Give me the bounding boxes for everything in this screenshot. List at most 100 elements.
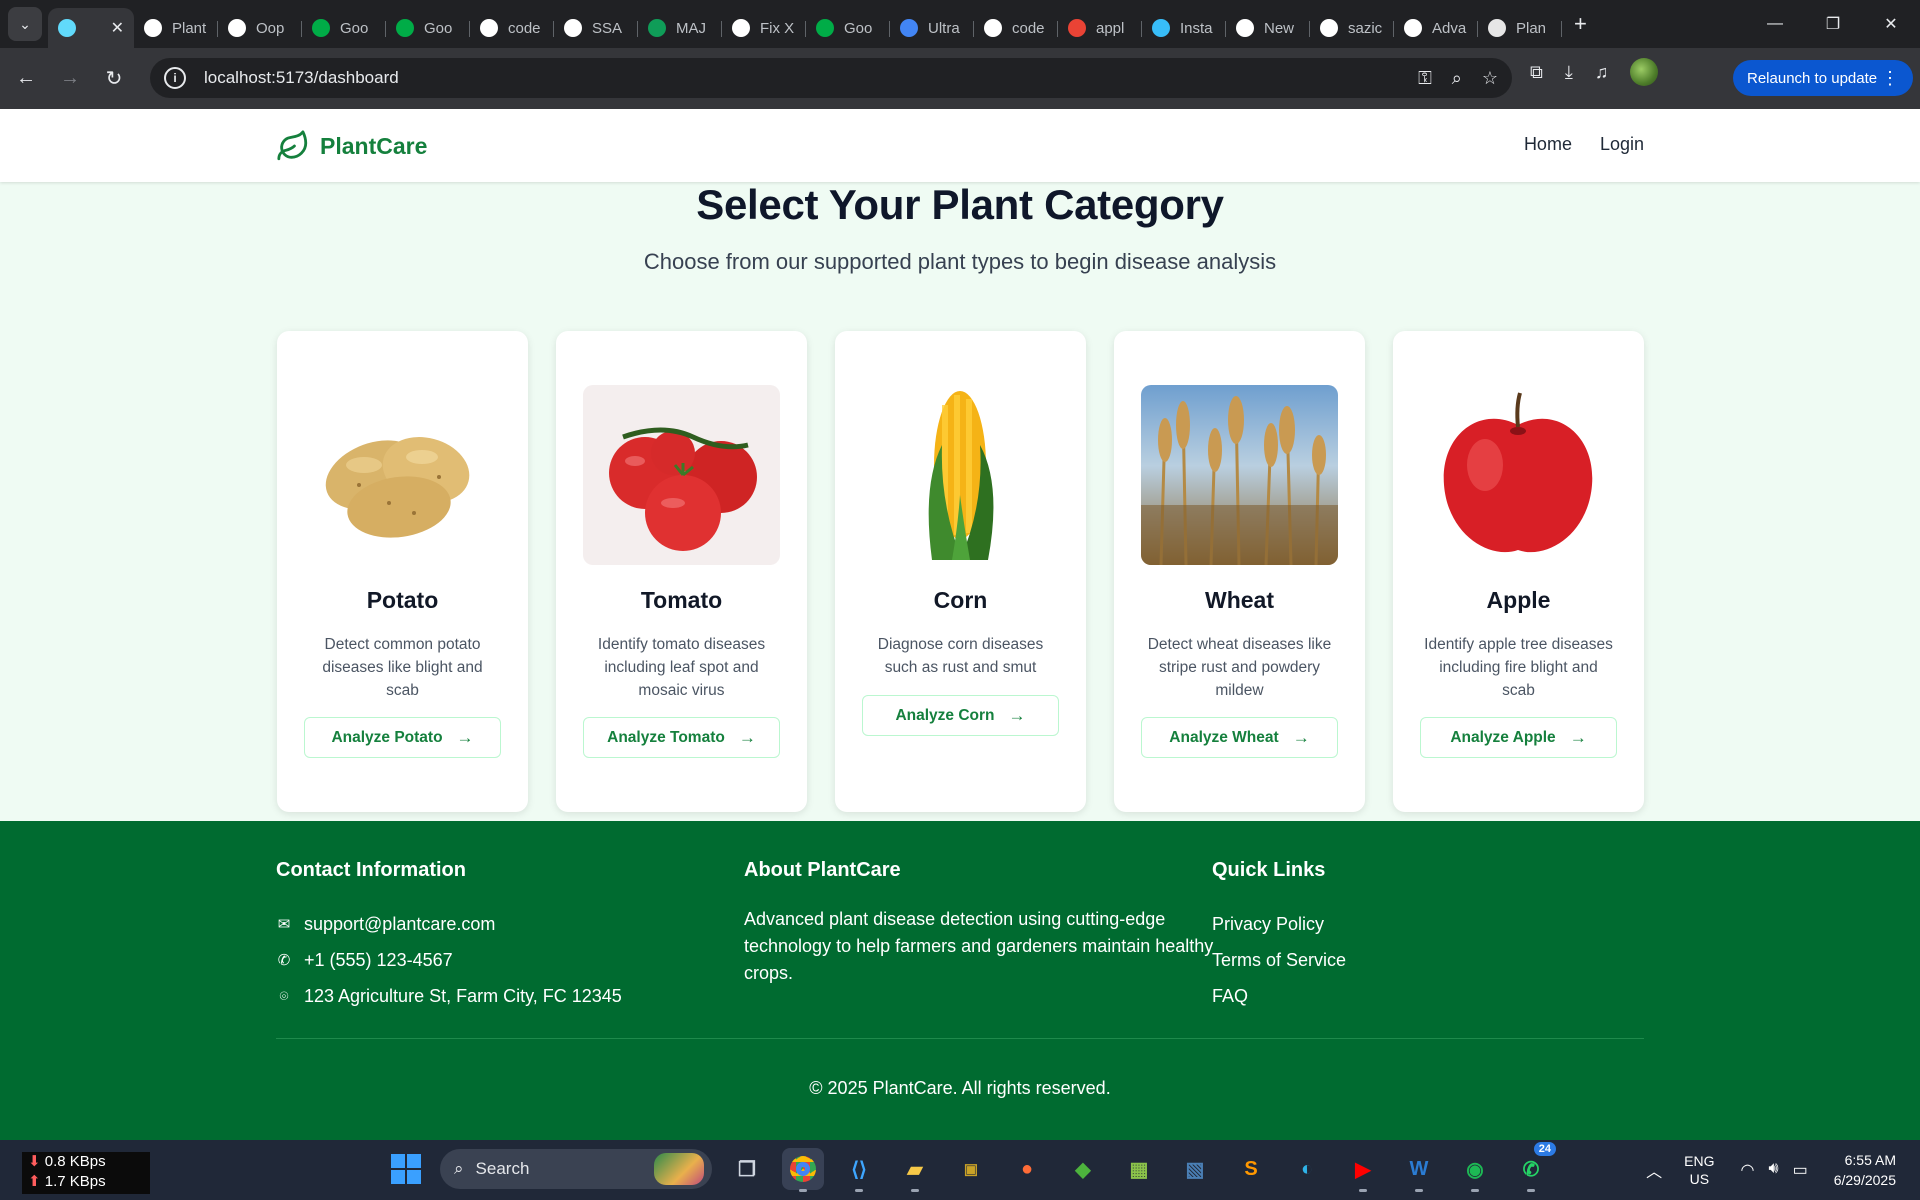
browser-tab[interactable]: Goo <box>302 8 386 48</box>
clock-date: 6/29/2025 <box>1833 1172 1896 1188</box>
browser-tab[interactable]: ✕ <box>48 8 134 48</box>
show-hidden-icons-icon[interactable]: ︿ <box>1646 1158 1662 1182</box>
media-control-icon[interactable]: ♫ <box>1595 62 1609 83</box>
new-tab-button[interactable]: + <box>1574 11 1587 37</box>
password-key-icon[interactable]: ⚿ <box>1418 68 1432 89</box>
volume-icon[interactable]: 🔊︎ <box>1768 1160 1778 1180</box>
chrome-taskbar-icon[interactable] <box>782 1148 824 1192</box>
analyze-potato-button[interactable]: Analyze Potato → <box>304 717 501 758</box>
youtube-icon[interactable]: ▶ <box>1342 1148 1384 1192</box>
terminal-icon[interactable]: ▣ <box>950 1148 992 1190</box>
vscode-taskbar-icon[interactable]: ⟨⟩ <box>838 1148 880 1192</box>
terms-of-service-link[interactable]: Terms of Service <box>1212 942 1346 978</box>
nav-home-link[interactable]: Home <box>1524 134 1572 155</box>
tab-title: Goo <box>424 19 453 37</box>
contact-phone[interactable]: ✆ +1 (555) 123-4567 <box>276 942 622 978</box>
browser-tab[interactable]: SSA <box>554 8 638 48</box>
address-bar[interactable]: i localhost:5173/dashboard ⚿ ⌕ ☆ <box>150 58 1512 98</box>
search-icon: ⌕ <box>454 1159 464 1178</box>
browser-tab[interactable]: Goo <box>386 8 470 48</box>
url-text[interactable]: localhost:5173/dashboard <box>204 68 399 88</box>
arrow-right-icon: → <box>738 727 756 747</box>
card-description: Detect common potato diseases like bligh… <box>322 636 483 699</box>
browser-tab[interactable]: Adva <box>1394 8 1478 48</box>
start-button[interactable] <box>386 1149 426 1189</box>
file-explorer-icon[interactable]: ▰ <box>894 1148 936 1192</box>
postman-icon[interactable]: ● <box>1006 1148 1048 1190</box>
relaunch-label: Relaunch to update <box>1747 69 1878 87</box>
tab-title: SSA <box>592 19 623 37</box>
extensions-icon[interactable]: ⧉ <box>1530 62 1543 83</box>
browser-tab[interactable]: code <box>470 8 554 48</box>
battery-icon[interactable]: ▭ <box>1793 1160 1808 1180</box>
browser-tab[interactable]: Plan <box>1478 8 1562 48</box>
forward-button[interactable]: → <box>52 61 88 97</box>
corn-image <box>862 385 1059 565</box>
browser-tab[interactable]: Plant <box>134 8 218 48</box>
browser-tab[interactable]: New <box>1226 8 1310 48</box>
zoom-icon[interactable]: ⌕ <box>1452 68 1462 89</box>
taskbar-search[interactable]: ⌕ Search <box>440 1149 712 1189</box>
faq-link[interactable]: FAQ <box>1212 978 1346 1014</box>
sublime-text-icon[interactable]: S <box>1230 1148 1272 1190</box>
minimize-button[interactable]: — <box>1746 0 1804 48</box>
wifi-icon[interactable]: ◠ <box>1741 1160 1755 1180</box>
browser-tab[interactable]: Ultra <box>890 8 974 48</box>
profile-avatar[interactable] <box>1630 58 1659 86</box>
ultra-icon <box>900 19 918 37</box>
back-button[interactable]: ← <box>8 61 44 97</box>
task-view-icon[interactable]: ❐ <box>726 1148 768 1190</box>
page-title: Select Your Plant Category <box>696 181 1224 228</box>
edge-icon[interactable]: ◐ <box>1286 1148 1328 1190</box>
google-meet-icon <box>312 19 330 37</box>
bookmark-star-icon[interactable]: ☆ <box>1482 68 1498 89</box>
lang-top: ENG <box>1684 1153 1715 1169</box>
whatsapp-icon[interactable]: ✆ 24 <box>1510 1142 1556 1192</box>
browser-tab[interactable]: sazic <box>1310 8 1394 48</box>
restore-button[interactable]: ❐ <box>1804 0 1862 48</box>
map-pin-icon: ⌾ <box>279 987 289 1005</box>
github-icon <box>480 19 498 37</box>
mongodb-compass-icon[interactable]: ◆ <box>1062 1148 1104 1190</box>
tab-title: Goo <box>340 19 369 37</box>
card-description: Identify apple tree diseases including f… <box>1424 636 1613 699</box>
tab-search-button[interactable]: ⌄ <box>8 7 42 41</box>
browser-tab[interactable]: Oop <box>218 8 302 48</box>
openai-icon <box>732 19 750 37</box>
browser-tab[interactable]: Insta <box>1142 8 1226 48</box>
browser-tab[interactable]: MAJ <box>638 8 722 48</box>
github-icon <box>984 19 1002 37</box>
tab-title: Goo <box>844 19 873 37</box>
mysql-workbench-icon[interactable]: ▧ <box>1174 1148 1216 1190</box>
browser-tab[interactable]: appl <box>1058 8 1142 48</box>
nav-login-link[interactable]: Login <box>1600 134 1644 155</box>
reload-button[interactable]: ↻ <box>96 61 132 97</box>
image-viewer-icon[interactable]: ▦ <box>1118 1148 1160 1190</box>
word-icon[interactable]: W <box>1398 1148 1440 1192</box>
site-info-icon[interactable]: i <box>164 67 186 89</box>
privacy-policy-link[interactable]: Privacy Policy <box>1212 906 1346 942</box>
tab-title: MAJ <box>676 19 706 37</box>
close-window-button[interactable]: ✕ <box>1862 0 1920 48</box>
analyze-tomato-button[interactable]: Analyze Tomato → <box>583 717 780 758</box>
downloads-icon[interactable]: ⤓ <box>1565 62 1573 83</box>
windows-taskbar: ⬇ 0.8 KBps ⬆ 1.7 KBps ⌕ Search ❐ ⟨⟩ ▰ ▣ … <box>0 1140 1920 1200</box>
browser-tab[interactable]: code <box>974 8 1058 48</box>
clock[interactable]: 6:55 AM 6/29/2025 <box>1834 1150 1896 1190</box>
browser-tab[interactable]: Fix X <box>722 8 806 48</box>
analyze-wheat-button[interactable]: Analyze Wheat → <box>1141 717 1338 758</box>
analyze-corn-button[interactable]: Analyze Corn → <box>862 695 1059 736</box>
close-tab-icon[interactable]: ✕ <box>111 18 124 38</box>
contact-email[interactable]: ✉ support@plantcare.com <box>276 906 622 942</box>
brand-logo-link[interactable]: PlantCare <box>276 129 427 163</box>
tab-title: Fix X <box>760 19 795 37</box>
card-title: Potato <box>366 587 439 613</box>
relaunch-to-update-button[interactable]: Relaunch to update ⋮ <box>1733 60 1913 96</box>
button-label: Analyze Wheat <box>1169 728 1279 746</box>
language-indicator[interactable]: ENG US <box>1684 1152 1714 1188</box>
system-tray: ︿ ENG US ◠ 🔊︎ ▭ 6:55 AM 6/29/2025 <box>1646 1140 1920 1200</box>
spotify-icon[interactable]: ◉ <box>1454 1148 1496 1192</box>
more-menu-icon[interactable]: ⋮ <box>1881 68 1899 89</box>
browser-tab[interactable]: Goo <box>806 8 890 48</box>
analyze-apple-button[interactable]: Analyze Apple → <box>1420 717 1617 758</box>
